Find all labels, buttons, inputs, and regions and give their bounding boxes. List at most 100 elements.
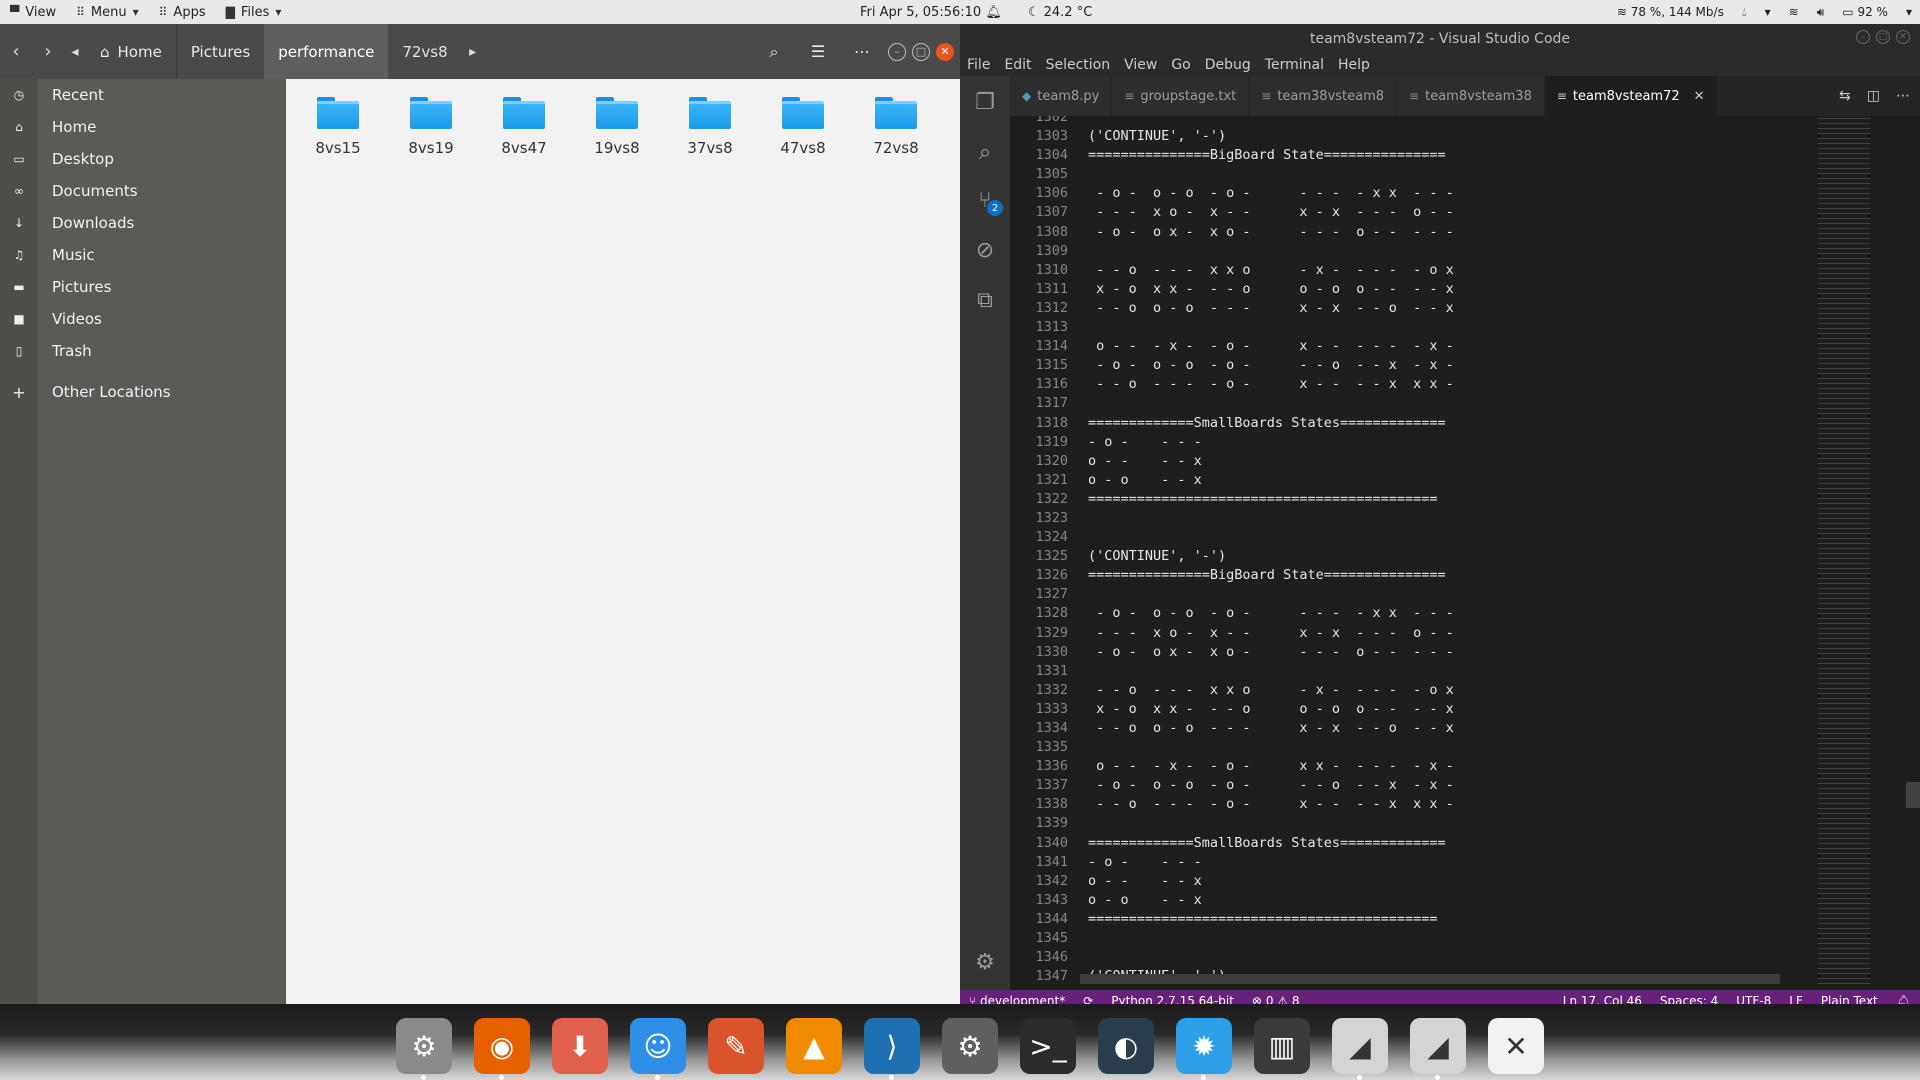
code-line[interactable]: 1305: [1010, 165, 1810, 184]
code-editor[interactable]: 1302 1303 ('CONTINUE', '-') 1304 ===========…: [1010, 116, 1920, 984]
gear-app[interactable]: ✹: [1176, 1018, 1232, 1080]
breadcrumb-performance[interactable]: performance: [264, 24, 389, 79]
code-line[interactable]: 1318 =============SmallBoards States=====…: [1010, 414, 1810, 433]
wifi-status-icon[interactable]: ≋: [1789, 5, 1799, 19]
maximize-button[interactable]: □: [912, 42, 930, 61]
menu-view[interactable]: View: [1117, 57, 1164, 73]
apps-button[interactable]: ⠿ Apps: [149, 0, 216, 24]
view-list-button[interactable]: ☰: [798, 24, 838, 79]
window-title-bar[interactable]: team8vsteam72 - Visual Studio Code – □ ✕: [960, 24, 1920, 54]
code-line[interactable]: 1303 ('CONTINUE', '-'): [1010, 127, 1810, 146]
vscode-app[interactable]: ⟩: [864, 1018, 920, 1080]
code-line[interactable]: 1314 o - - - x - - o - x - - - - - - x -: [1010, 337, 1810, 356]
drop-icon[interactable]: 💧︎: [1742, 5, 1747, 20]
menu-file[interactable]: File: [960, 57, 997, 73]
menu-help[interactable]: Help: [1331, 57, 1377, 73]
network-indicator[interactable]: ≋ 78 %, 144 Mb/s: [1617, 5, 1724, 19]
sidebar-item-pictures[interactable]: ▬ Pictures: [0, 271, 286, 303]
sidebar-item-other-locations[interactable]: + Other Locations: [0, 376, 286, 408]
horizontal-scrollbar[interactable]: [1080, 974, 1780, 984]
installer-2-app[interactable]: ◢: [1410, 1018, 1466, 1080]
sidebar-item-desktop[interactable]: ▭ Desktop: [0, 143, 286, 175]
code-line[interactable]: 1335: [1010, 738, 1810, 757]
code-line[interactable]: 1317: [1010, 394, 1810, 413]
volume-icon[interactable]: 🔊︎: [1817, 5, 1825, 20]
scrollbar-thumb[interactable]: [1906, 782, 1920, 808]
code-line[interactable]: 1332 - - o - - - x x o - x - - - - - o x: [1010, 681, 1810, 700]
more-options-button[interactable]: ⋯: [842, 24, 882, 79]
folder-item[interactable]: 37vs8: [670, 95, 750, 175]
sidebar-item-music[interactable]: ♫ Music: [0, 239, 286, 271]
battery-indicator[interactable]: ▭ 92 %: [1842, 5, 1888, 19]
tab-team8vsteam72[interactable]: ≡ team8vsteam72 ✕: [1544, 76, 1718, 116]
system-tools-app[interactable]: ⚙: [942, 1018, 998, 1074]
gimp-app[interactable]: ✎: [708, 1018, 764, 1074]
folder-item[interactable]: 47vs8: [763, 95, 843, 175]
clock[interactable]: Fri Apr 5, 05:56:10 🔔︎: [860, 5, 1002, 20]
code-line[interactable]: 1315 - o - o - o - o - - - o - - x - x -: [1010, 356, 1810, 375]
code-line[interactable]: 1341 - o - - - -: [1010, 853, 1810, 872]
split-editor-icon[interactable]: ◫: [1867, 88, 1880, 104]
installer-app[interactable]: ⬇: [552, 1018, 608, 1074]
code-line[interactable]: 1336 o - - - x - - o - x x - - - - - x -: [1010, 757, 1810, 776]
terminal-app[interactable]: >_: [1020, 1018, 1076, 1074]
piano-app[interactable]: ▥: [1254, 1018, 1310, 1074]
source-control-icon[interactable]: ⑂ 2: [960, 176, 1010, 224]
forward-button[interactable]: ›: [32, 24, 64, 79]
close-tab-icon[interactable]: ✕: [1694, 89, 1705, 104]
code-line[interactable]: 1302: [1010, 116, 1810, 127]
code-line[interactable]: 1306 - o - o - o - o - - - - - x x - - -: [1010, 184, 1810, 203]
sidebar-item-home[interactable]: ⌂ Home: [0, 111, 286, 143]
code-line[interactable]: 1342 o - - - - x: [1010, 872, 1810, 891]
code-line[interactable]: 1304 ===============BigBoard State=======…: [1010, 146, 1810, 165]
code-line[interactable]: 1345: [1010, 929, 1810, 948]
minimize-button[interactable]: –: [1856, 30, 1870, 44]
code-line[interactable]: 1328 - o - o - o - o - - - - - x x - - -: [1010, 604, 1810, 623]
vlc-app[interactable]: ▲: [786, 1018, 842, 1074]
tab-team38vsteam8[interactable]: ≡ team38vsteam8: [1249, 76, 1398, 116]
search-button[interactable]: ⌕: [754, 24, 794, 79]
settings-gear-icon[interactable]: ⚙: [960, 938, 1010, 986]
code-line[interactable]: 1330 - o - o x - x o - - - - o - - - - -: [1010, 643, 1810, 662]
view-menu[interactable]: ▀ View: [0, 0, 66, 24]
menu-go[interactable]: Go: [1164, 57, 1197, 73]
finder-app[interactable]: ☺: [630, 1018, 686, 1080]
folder-item[interactable]: 8vs47: [484, 95, 564, 175]
open-changes-icon[interactable]: ⇆: [1839, 88, 1851, 104]
sidebar-item-documents[interactable]: ∞ Documents: [0, 175, 286, 207]
breadcrumb-pictures[interactable]: Pictures: [177, 24, 264, 79]
code-line[interactable]: 1327: [1010, 585, 1810, 604]
breadcrumb-home[interactable]: ⌂ Home: [86, 24, 176, 79]
code-line[interactable]: 1343 o - o - - x: [1010, 891, 1810, 910]
code-line[interactable]: 1326 ===============BigBoard State=======…: [1010, 566, 1810, 585]
firefox-app[interactable]: ◉: [474, 1018, 530, 1080]
code-line[interactable]: 1333 x - o x x - - - o o - o o - - - - x: [1010, 700, 1810, 719]
code-line[interactable]: 1331: [1010, 662, 1810, 681]
code-line[interactable]: 1340 =============SmallBoards States=====…: [1010, 834, 1810, 853]
code-line[interactable]: 1338 - - o - - - - o - x - - - - x x x -: [1010, 795, 1810, 814]
sidebar-item-trash[interactable]: ▯ Trash: [0, 335, 286, 367]
menu-button[interactable]: ⠿ Menu ▾: [66, 0, 149, 24]
breadcrumb-left-arrow[interactable]: ◂: [64, 24, 86, 79]
tab-team8vsteam38[interactable]: ≡ team8vsteam38: [1397, 76, 1545, 116]
chevron-down-icon[interactable]: ▾: [1906, 5, 1912, 19]
code-line[interactable]: 1324: [1010, 528, 1810, 547]
sidebar-item-recent[interactable]: ◷ Recent: [0, 79, 286, 111]
installer-1-app[interactable]: ◢: [1332, 1018, 1388, 1080]
code-line[interactable]: 1308 - o - o x - x o - - - - o - - - - -: [1010, 223, 1810, 242]
code-line[interactable]: 1307 - - - x o - x - - x - x - - - o - -: [1010, 203, 1810, 222]
code-line[interactable]: 1320 o - - - - x: [1010, 452, 1810, 471]
code-line[interactable]: 1329 - - - x o - x - - x - x - - - o - -: [1010, 624, 1810, 643]
stacer-app[interactable]: ◐: [1098, 1018, 1154, 1074]
code-line[interactable]: 1316 - - o - - - - o - x - - - - x x x -: [1010, 375, 1810, 394]
breadcrumb-right-arrow[interactable]: ▸: [462, 24, 484, 79]
code-line[interactable]: 1312 - - o o - o - - - x - x - - o - - x: [1010, 299, 1810, 318]
menu-terminal[interactable]: Terminal: [1258, 57, 1331, 73]
menu-selection[interactable]: Selection: [1039, 57, 1118, 73]
folder-item[interactable]: 8vs15: [298, 95, 378, 175]
code-line[interactable]: 1339: [1010, 814, 1810, 833]
settings-app[interactable]: ⚙: [396, 1018, 452, 1080]
extensions-icon[interactable]: ⧉: [960, 276, 1010, 324]
minimap[interactable]: [1818, 116, 1870, 984]
files-menu[interactable]: ▇ Files ▾: [216, 0, 292, 24]
